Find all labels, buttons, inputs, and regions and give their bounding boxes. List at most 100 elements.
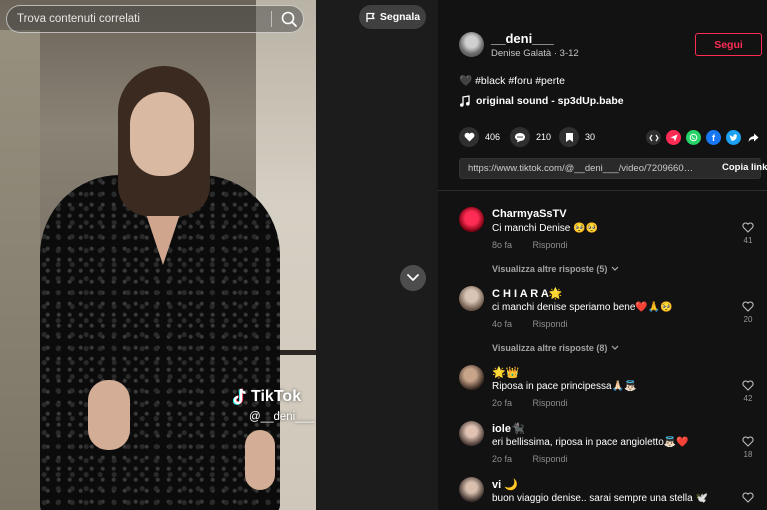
comment-meta: 2o fa Rispondi (492, 454, 568, 464)
comment-text: eri bellissima, riposa in pace angiolett… (492, 437, 689, 448)
reply-button[interactable]: Rispondi (533, 319, 568, 329)
facebook-icon: f (712, 132, 715, 143)
comment-like-button[interactable]: 41 (741, 222, 755, 245)
view-more-replies[interactable]: Visualizza altre risposte (5) (492, 264, 619, 274)
view-more-label: Visualizza altre risposte (5) (492, 264, 608, 274)
avatar[interactable] (459, 207, 484, 232)
avatar[interactable] (459, 421, 484, 446)
video-frame[interactable]: TikTok @__deni___ (0, 0, 316, 510)
heart-outline-icon (742, 436, 754, 447)
comment-like-button[interactable]: 42 (741, 380, 755, 403)
heart-icon (464, 132, 474, 142)
report-label: Segnala (379, 11, 421, 23)
comment-author[interactable]: 🌟👑 (492, 366, 519, 379)
video-subject-hand (245, 430, 275, 490)
facebook-button[interactable]: f (706, 130, 721, 145)
embed-icon (648, 134, 659, 141)
caption-emoji: 🖤 (459, 75, 473, 87)
view-more-label: Visualizza altre risposte (8) (492, 343, 608, 353)
heart-outline-icon (742, 492, 754, 503)
next-video-button[interactable] (400, 265, 426, 291)
comment-button[interactable] (510, 127, 530, 147)
comment-time: 2o fa (492, 398, 513, 408)
avatar[interactable] (459, 286, 484, 311)
search-button[interactable] (277, 8, 301, 30)
video-url[interactable]: https://www.tiktok.com/@__deni___/video/… (468, 163, 698, 174)
link-box: https://www.tiktok.com/@__deni___/video/… (459, 158, 767, 179)
comment-text: ci manchi denise speriamo bene❤️🙏🥺 (492, 302, 673, 313)
heart-outline-icon (742, 380, 754, 391)
bookmark-count: 30 (585, 132, 596, 142)
flag-icon (366, 12, 375, 22)
whatsapp-icon (689, 133, 698, 142)
share-arrow-icon (748, 133, 759, 142)
reply-button[interactable]: Rispondi (533, 398, 568, 408)
avatar[interactable] (459, 32, 484, 57)
search-divider (271, 11, 272, 27)
comment-author[interactable]: C H I A R A🌟 (492, 287, 563, 300)
comment-text: Riposa in pace principessa🙏🏻👼🏻 (492, 381, 637, 392)
watermark-username: @__deni___ (249, 411, 315, 423)
watermark-brand: TikTok (251, 388, 302, 405)
heart-outline-icon (742, 301, 754, 312)
tiktok-watermark: TikTok (232, 388, 301, 406)
comment-time: 2o fa (492, 454, 513, 464)
embed-button[interactable] (646, 130, 661, 145)
follow-button[interactable]: Segui (695, 33, 762, 56)
comment-like-count: 41 (743, 236, 753, 245)
author-display-name: Denise Galatà (491, 48, 552, 59)
author-username[interactable]: __deni___ (491, 31, 554, 46)
send-button[interactable] (666, 130, 681, 145)
twitter-icon (729, 133, 738, 141)
comment-text: Ci manchi Denise 🥺🥺 (492, 223, 599, 234)
comment-text: buon viaggio denise.. sarai sempre una s… (492, 493, 708, 504)
more-share-button[interactable] (746, 130, 761, 145)
comment-meta: 8o fa Rispondi (492, 240, 568, 250)
comment-stat: 210 (510, 127, 551, 147)
chevron-down-icon (611, 266, 619, 271)
view-more-replies[interactable]: Visualizza altre risposte (8) (492, 343, 619, 353)
music-note-icon (460, 95, 470, 107)
video-background-wall (0, 30, 40, 510)
comment-like-count: 20 (743, 315, 753, 324)
twitter-button[interactable] (726, 130, 741, 145)
comment-author[interactable]: CharmyaSsTV (492, 208, 567, 220)
avatar[interactable] (459, 365, 484, 390)
divider (438, 190, 767, 191)
like-stat: 406 (459, 127, 500, 147)
avatar[interactable] (459, 477, 484, 502)
chevron-down-icon (407, 274, 419, 281)
comment-meta: 2o fa Rispondi (492, 398, 568, 408)
send-icon (670, 134, 677, 141)
search-bar (6, 5, 304, 33)
video-subject-hand (88, 380, 130, 450)
comment-like-button[interactable] (741, 492, 755, 503)
video-subject-face (130, 92, 194, 176)
search-input[interactable] (17, 6, 267, 32)
comment-like-button[interactable]: 20 (741, 301, 755, 324)
post-caption: 🖤 #black #foru #perte (459, 74, 565, 88)
details-panel: __deni___ Denise Galatà · 3-12 Segui 🖤 #… (438, 0, 767, 510)
comment-count: 210 (536, 132, 552, 142)
comment-like-button[interactable]: 18 (741, 436, 755, 459)
whatsapp-button[interactable] (686, 130, 701, 145)
like-button[interactable] (459, 127, 479, 147)
reply-button[interactable]: Rispondi (533, 240, 568, 250)
comment-author[interactable]: iole🐈‍⬛ (492, 422, 525, 435)
bookmark-stat: 30 (559, 127, 595, 147)
caption-hashtags[interactable]: #black #foru #perte (475, 75, 565, 87)
report-button[interactable]: Segnala (359, 5, 426, 29)
bookmark-button[interactable] (559, 127, 579, 147)
chevron-down-icon (611, 345, 619, 350)
tiktok-logo-icon (232, 388, 246, 405)
sound-link[interactable]: original sound - sp3dUp.babe (459, 95, 624, 107)
copy-link-button[interactable]: Copia link (722, 162, 767, 173)
comment-author[interactable]: vi 🌙 (492, 478, 518, 491)
comment-like-count: 42 (743, 394, 753, 403)
comment-like-count: 18 (743, 450, 753, 459)
sound-name: original sound - sp3dUp.babe (476, 95, 624, 107)
video-player[interactable]: TikTok @__deni___ Segnala (0, 0, 438, 510)
post-date: 3-12 (559, 48, 579, 59)
search-icon (281, 11, 297, 27)
reply-button[interactable]: Rispondi (533, 454, 568, 464)
